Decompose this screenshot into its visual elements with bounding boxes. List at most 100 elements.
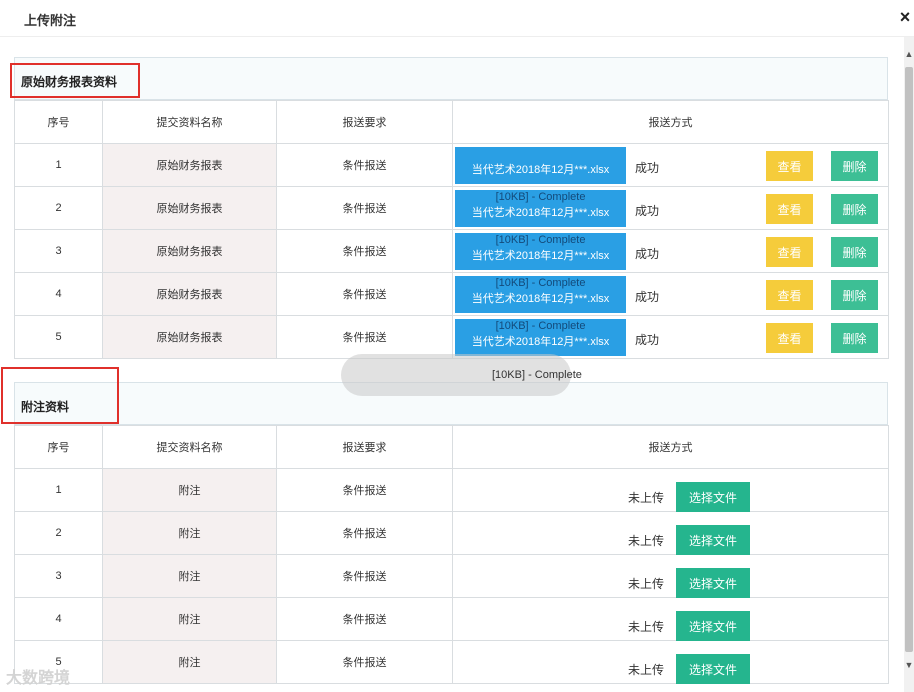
header-name: 提交资料名称: [102, 100, 277, 144]
scroll-up-icon[interactable]: ▲: [904, 47, 914, 61]
delete-button[interactable]: 删除: [831, 237, 878, 267]
table-row: 2 原始财务报表 条件报送 [10KB] - Complete 当代艺术2018…: [14, 186, 889, 230]
table-row: 2 附注 条件报送 未上传 选择文件: [14, 511, 889, 555]
delete-button[interactable]: 删除: [831, 151, 878, 181]
uploaded-file-chip[interactable]: [10KB] - Complete 当代艺术2018年12月***.xlsx: [455, 190, 626, 227]
row-seq: 5: [14, 315, 103, 359]
choose-file-button[interactable]: 选择文件: [676, 654, 750, 684]
row-method: 未上传 选择文件: [452, 597, 889, 641]
row-method: 当代艺术2018年12月***.xlsx 成功 查看 删除: [452, 143, 889, 187]
highlight-box-section2: [1, 367, 119, 424]
close-icon[interactable]: ×: [896, 6, 914, 28]
financial-statements-section: 原始财务报表资料 序号 提交资料名称 报送要求 报送方式 1 原始财务报表 条件…: [14, 57, 889, 359]
header-seq: 序号: [14, 100, 103, 144]
watermark: 大数跨境: [6, 670, 71, 687]
choose-file-button[interactable]: 选择文件: [676, 568, 750, 598]
financial-statements-table: 序号 提交资料名称 报送要求 报送方式 1 原始财务报表 条件报送 当代艺术20…: [14, 100, 889, 359]
view-button[interactable]: 查看: [766, 237, 813, 267]
file-name: 当代艺术2018年12月***.xlsx: [471, 207, 610, 219]
row-requirement: 条件报送: [276, 468, 453, 512]
header-seq: 序号: [14, 425, 103, 469]
row-method: [10KB] - Complete 当代艺术2018年12月***.xlsx 成…: [452, 186, 889, 230]
table-row: 3 附注 条件报送 未上传 选择文件: [14, 554, 889, 598]
dialog-title: 上传附注: [24, 13, 77, 28]
file-name: 当代艺术2018年12月***.xlsx: [471, 250, 610, 262]
dialog-titlebar: 上传附注 ×: [0, 0, 914, 37]
file-name: 当代艺术2018年12月***.xlsx: [471, 293, 610, 305]
row-requirement: 条件报送: [276, 229, 453, 273]
row-name: 原始财务报表: [102, 315, 277, 359]
vertical-scrollbar[interactable]: ▲ ▼: [904, 37, 914, 692]
uploaded-file-chip[interactable]: [10KB] - Complete 当代艺术2018年12月***.xlsx: [455, 233, 626, 270]
row-method: [10KB] - Complete 当代艺术2018年12月***.xlsx 成…: [452, 272, 889, 316]
view-button[interactable]: 查看: [766, 151, 813, 181]
uploaded-file-chip[interactable]: 当代艺术2018年12月***.xlsx: [455, 147, 626, 184]
table-row: 1 原始财务报表 条件报送 当代艺术2018年12月***.xlsx 成功 查看…: [14, 143, 889, 187]
row-name: 原始财务报表: [102, 229, 277, 273]
row-seq: 4: [14, 597, 103, 641]
uploaded-file-chip[interactable]: [10KB] - Complete 当代艺术2018年12月***.xlsx: [455, 276, 626, 313]
row-method: 未上传 选择文件: [452, 640, 889, 684]
upload-complete-label: [10KB] - Complete: [492, 369, 582, 381]
notes-section: 附注资料 序号 提交资料名称 报送要求 报送方式 1 附注 条件报送 未上传 选…: [14, 382, 889, 684]
delete-button[interactable]: 删除: [831, 280, 878, 310]
upload-status: 成功: [635, 247, 660, 261]
header-requirement: 报送要求: [276, 100, 453, 144]
row-seq: 2: [14, 186, 103, 230]
row-name: 原始财务报表: [102, 272, 277, 316]
row-requirement: 条件报送: [276, 554, 453, 598]
row-name: 附注: [102, 468, 277, 512]
upload-complete-label: [10KB] - Complete: [495, 277, 586, 289]
row-seq: 4: [14, 272, 103, 316]
upload-complete-label: [10KB] - Complete: [495, 234, 586, 246]
table-row: 4 附注 条件报送 未上传 选择文件: [14, 597, 889, 641]
highlight-box-section1: [10, 63, 140, 98]
row-name: 原始财务报表: [102, 143, 277, 187]
row-seq: 3: [14, 554, 103, 598]
row-method: [10KB] - Complete 当代艺术2018年12月***.xlsx 成…: [452, 229, 889, 273]
view-button[interactable]: 查看: [766, 323, 813, 353]
row-name: 附注: [102, 511, 277, 555]
header-method: 报送方式: [452, 100, 889, 144]
table-header-row: 序号 提交资料名称 报送要求 报送方式: [14, 100, 889, 144]
row-requirement: 条件报送: [276, 640, 453, 684]
view-button[interactable]: 查看: [766, 280, 813, 310]
upload-status: 未上传: [628, 620, 665, 634]
section-header: 原始财务报表资料: [14, 57, 888, 100]
view-button[interactable]: 查看: [766, 194, 813, 224]
row-method: 未上传 选择文件: [452, 468, 889, 512]
row-requirement: 条件报送: [276, 511, 453, 555]
notes-table: 序号 提交资料名称 报送要求 报送方式 1 附注 条件报送 未上传 选择文件 2…: [14, 425, 889, 684]
choose-file-button[interactable]: 选择文件: [676, 525, 750, 555]
row-requirement: 条件报送: [276, 186, 453, 230]
choose-file-button[interactable]: 选择文件: [676, 611, 750, 641]
scroll-down-icon[interactable]: ▼: [904, 658, 914, 672]
upload-status: 成功: [635, 161, 660, 175]
header-name: 提交资料名称: [102, 425, 277, 469]
table-row: 5 原始财务报表 条件报送 [10KB] - Complete 当代艺术2018…: [14, 315, 889, 359]
file-name: 当代艺术2018年12月***.xlsx: [471, 336, 610, 348]
row-seq: 2: [14, 511, 103, 555]
upload-status: 未上传: [628, 491, 665, 505]
row-method: [10KB] - Complete 当代艺术2018年12月***.xlsx 成…: [452, 315, 889, 359]
row-seq: 1: [14, 143, 103, 187]
scrollbar-thumb[interactable]: [905, 67, 913, 652]
row-name: 附注: [102, 597, 277, 641]
row-seq: 1: [14, 468, 103, 512]
upload-status: 未上传: [628, 534, 665, 548]
table-row: 4 原始财务报表 条件报送 [10KB] - Complete 当代艺术2018…: [14, 272, 889, 316]
delete-button[interactable]: 删除: [831, 323, 878, 353]
table-row: 5 附注 条件报送 未上传 选择文件: [14, 640, 889, 684]
row-requirement: 条件报送: [276, 597, 453, 641]
delete-button[interactable]: 删除: [831, 194, 878, 224]
uploaded-file-chip[interactable]: [10KB] - Complete 当代艺术2018年12月***.xlsx: [455, 319, 626, 356]
choose-file-button[interactable]: 选择文件: [676, 482, 750, 512]
upload-status: 成功: [635, 204, 660, 218]
row-method: 未上传 选择文件: [452, 554, 889, 598]
table-row: 3 原始财务报表 条件报送 [10KB] - Complete 当代艺术2018…: [14, 229, 889, 273]
upload-complete-label: [10KB] - Complete: [495, 320, 586, 332]
row-requirement: 条件报送: [276, 272, 453, 316]
row-name: 原始财务报表: [102, 186, 277, 230]
upload-status: 未上传: [628, 663, 665, 677]
header-method: 报送方式: [452, 425, 889, 469]
